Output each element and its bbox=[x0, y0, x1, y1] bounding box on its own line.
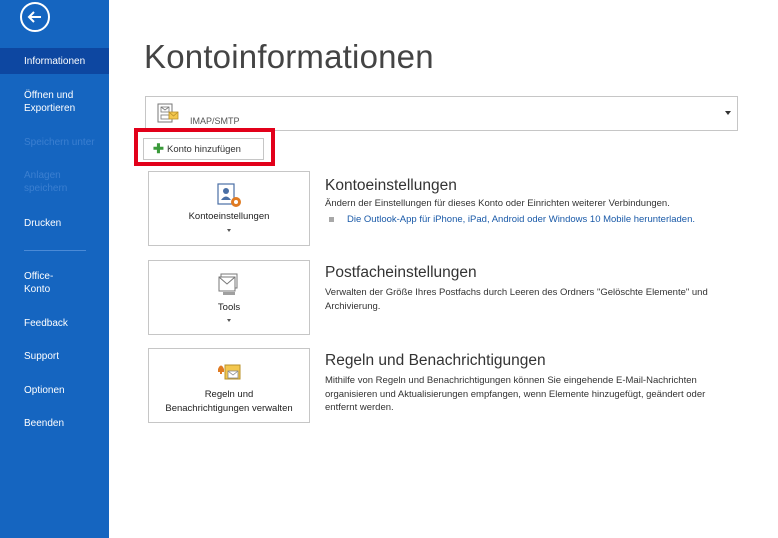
nav-optionen[interactable]: Optionen bbox=[0, 384, 109, 397]
nav-drucken[interactable]: Drucken bbox=[0, 217, 109, 230]
page-title: Kontoinformationen bbox=[144, 38, 434, 75]
chevron-down-icon bbox=[227, 229, 231, 232]
bullet-icon bbox=[329, 217, 334, 222]
nav-office-konto[interactable]: Office-Konto bbox=[0, 270, 72, 296]
account-settings-desc: Ändern der Einstellungen für dieses Kont… bbox=[325, 198, 670, 209]
nav-informationen[interactable]: Informationen bbox=[0, 48, 109, 74]
rules-alerts-tile[interactable]: Regeln und Benachrichtigungen verwalten bbox=[148, 348, 310, 423]
main-content: Kontoinformationen IMAP/SMTP ✚ Konto hin… bbox=[109, 0, 778, 538]
outlook-app-link[interactable]: Die Outlook-App für iPhone, iPad, Androi… bbox=[347, 214, 695, 225]
sidebar-divider bbox=[24, 250, 86, 251]
chevron-down-icon bbox=[725, 111, 731, 115]
account-selector[interactable]: IMAP/SMTP bbox=[145, 96, 738, 131]
tools-tile[interactable]: Tools bbox=[148, 260, 310, 335]
rules-alerts-desc: Mithilfe von Regeln und Benachrichtigung… bbox=[325, 375, 706, 413]
chevron-down-icon bbox=[227, 319, 231, 322]
rules-alerts-title: Regeln und Benachrichtigungen bbox=[325, 352, 546, 369]
nav-speichern-unter: Speichern unter bbox=[24, 137, 95, 148]
nav-oeffnen-exportieren[interactable]: Öffnen und Exportieren bbox=[0, 89, 90, 115]
account-settings-title: Kontoeinstellungen bbox=[325, 177, 457, 194]
mailbox-settings-desc: Verwalten der Größe Ihres Postfachs durc… bbox=[325, 287, 708, 312]
add-account-button[interactable]: ✚ Konto hinzufügen bbox=[143, 138, 264, 160]
account-type: IMAP/SMTP bbox=[190, 116, 240, 126]
account-settings-tile[interactable]: Kontoeinstellungen bbox=[148, 171, 310, 246]
backstage-sidebar: Informationen Öffnen und Exportieren Spe… bbox=[0, 0, 109, 538]
nav-support[interactable]: Support bbox=[0, 350, 109, 363]
nav-beenden[interactable]: Beenden bbox=[0, 417, 109, 430]
mail-account-icon bbox=[156, 102, 180, 131]
plus-icon: ✚ bbox=[153, 141, 164, 156]
back-arrow-icon bbox=[27, 11, 41, 23]
mailbox-settings-title: Postfacheinstellungen bbox=[325, 264, 477, 281]
nav-anlagen-speichern: Anlagen speichern bbox=[24, 170, 68, 194]
back-arrow-button[interactable] bbox=[20, 2, 50, 32]
nav-feedback[interactable]: Feedback bbox=[0, 317, 109, 330]
tools-icon bbox=[215, 271, 243, 304]
